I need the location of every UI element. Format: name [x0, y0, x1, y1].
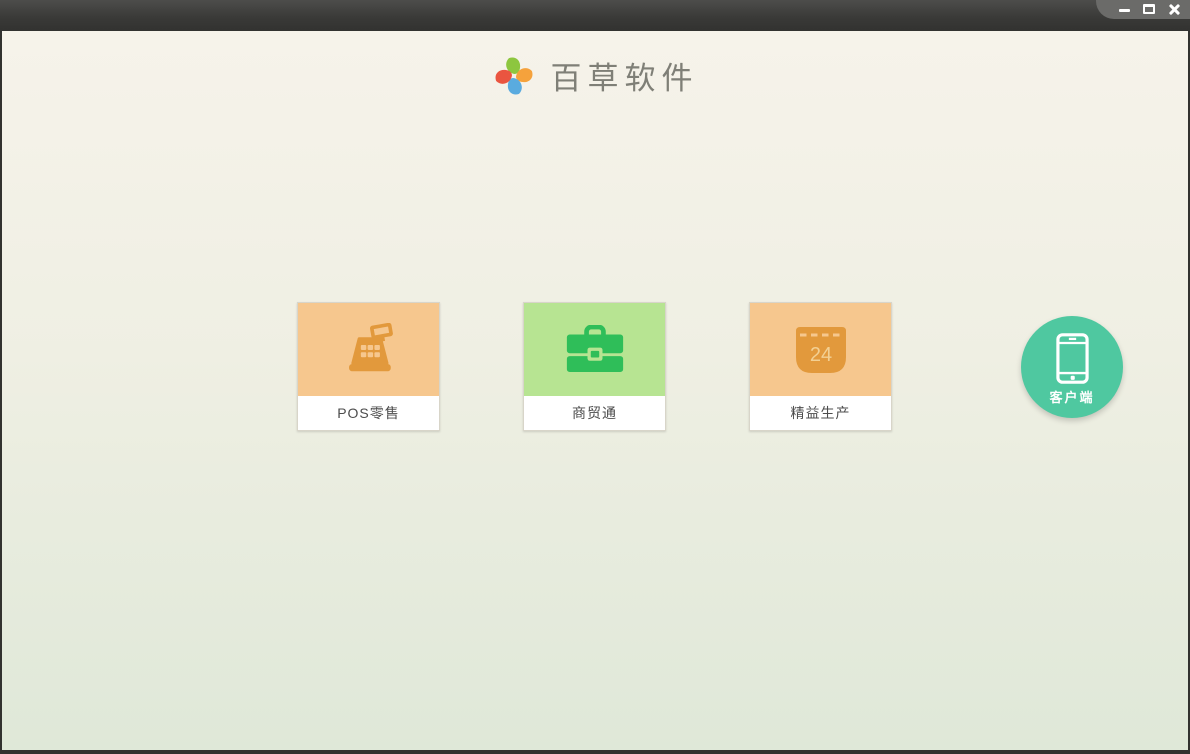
calendar-day-text: 24: [809, 344, 831, 366]
product-label-lean: 精益生产: [790, 405, 851, 421]
cash-register-icon: [348, 323, 393, 372]
client-button-label: 客户端: [1049, 389, 1095, 405]
trade-tile: [524, 303, 665, 396]
brand-header: 百草软件: [2, 53, 1188, 98]
product-card-trade[interactable]: 商贸通: [523, 302, 666, 431]
close-button[interactable]: [1166, 2, 1182, 16]
product-card-lean[interactable]: 24 精益生产: [749, 302, 892, 431]
main-content: 百草软件 POS零售 商贸通 24 精益生产 客户端: [2, 31, 1188, 750]
minimize-icon: [1118, 9, 1130, 12]
smartphone-icon: [1055, 332, 1089, 384]
calendar-icon: 24: [795, 326, 846, 373]
maximize-button[interactable]: [1141, 2, 1157, 16]
maximize-icon: [1143, 3, 1155, 14]
pos-tile: [298, 303, 439, 396]
minimize-button[interactable]: [1116, 2, 1132, 16]
briefcase-icon: [566, 325, 623, 372]
pinwheel-logo-icon: [495, 57, 532, 94]
product-label-trade: 商贸通: [572, 405, 617, 421]
title-bar: [0, 0, 1190, 31]
close-icon: [1168, 3, 1180, 15]
product-card-pos[interactable]: POS零售: [297, 302, 440, 431]
client-button[interactable]: 客户端: [1021, 316, 1123, 418]
window-controls: [1096, 0, 1190, 19]
lean-tile: 24: [750, 303, 891, 396]
product-label-pos: POS零售: [337, 405, 400, 421]
brand-name: 百草软件: [550, 61, 699, 97]
